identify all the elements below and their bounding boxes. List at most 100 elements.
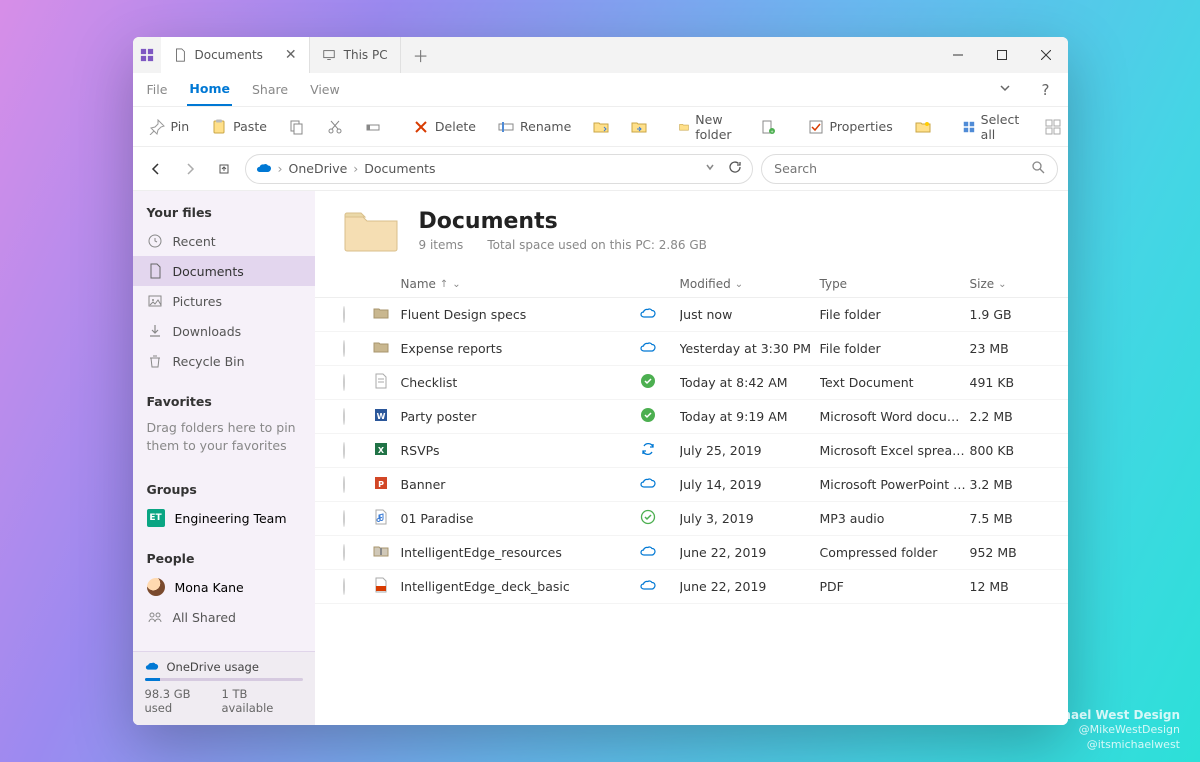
file-type-icon	[373, 577, 389, 593]
sidebar-item-all-shared[interactable]: All Shared	[133, 602, 315, 632]
file-name: Expense reports	[401, 341, 640, 356]
sidebar-item-downloads[interactable]: Downloads	[133, 316, 315, 346]
move-to-button[interactable]	[587, 115, 615, 139]
menu-share[interactable]: Share	[250, 74, 290, 105]
file-modified: June 22, 2019	[680, 545, 820, 560]
svg-text:+: +	[770, 129, 773, 134]
column-name[interactable]: Name↑⌄	[401, 277, 640, 291]
menu-view[interactable]: View	[308, 74, 342, 105]
tab-label: This PC	[344, 48, 388, 62]
sidebar-person-mona[interactable]: Mona Kane	[133, 572, 315, 602]
file-name: Checklist	[401, 375, 640, 390]
row-select-icon[interactable]	[343, 476, 345, 493]
tab-this-pc[interactable]: This PC	[310, 37, 401, 73]
table-row[interactable]: ChecklistToday at 8:42 AMText Document49…	[315, 366, 1068, 400]
minimize-button[interactable]	[936, 37, 980, 73]
new-tab-button[interactable]: ＋	[401, 37, 441, 73]
back-button[interactable]	[143, 156, 169, 182]
table-row[interactable]: 01 ParadiseJuly 3, 2019MP3 audio7.5 MB	[315, 502, 1068, 536]
sync-status-icon	[640, 441, 656, 457]
up-button[interactable]	[211, 156, 237, 182]
sidebar-group-engineering[interactable]: ETEngineering Team	[133, 503, 315, 533]
row-select-icon[interactable]	[343, 578, 345, 595]
table-row[interactable]: Expense reportsYesterday at 3:30 PMFile …	[315, 332, 1068, 366]
table-row[interactable]: WParty posterToday at 9:19 AMMicrosoft W…	[315, 400, 1068, 434]
tab-close-icon[interactable]: ✕	[285, 47, 297, 63]
select-all-button[interactable]: Select all	[957, 108, 1030, 146]
help-button[interactable]: ?	[1036, 81, 1056, 99]
table-row[interactable]: XRSVPsJuly 25, 2019Microsoft Excel sprea…	[315, 434, 1068, 468]
sidebar-footer: OneDrive usage 98.3 GB used 1 TB availab…	[133, 651, 315, 725]
file-size: 23 MB	[970, 341, 1040, 356]
crumb-root[interactable]: OneDrive	[289, 161, 348, 176]
file-size: 1.9 GB	[970, 307, 1040, 322]
tab-documents[interactable]: Documents✕	[161, 37, 310, 73]
new-folder-button[interactable]: New folder	[673, 108, 743, 146]
table-row[interactable]: Fluent Design specsJust nowFile folder1.…	[315, 298, 1068, 332]
forward-button[interactable]	[177, 156, 203, 182]
sidebar-favorites-hint: Drag folders here to pin them to your fa…	[133, 415, 315, 464]
paste-icon	[211, 119, 227, 135]
refresh-button[interactable]	[728, 160, 742, 177]
folder-large-icon	[343, 209, 399, 253]
menu-file[interactable]: File	[145, 74, 170, 105]
copy-button[interactable]	[283, 115, 311, 139]
column-type[interactable]: Type	[820, 277, 970, 291]
ribbon-collapse-icon[interactable]	[992, 81, 1018, 98]
copy-to-button[interactable]	[625, 115, 653, 139]
rename-button[interactable]: Rename	[492, 115, 577, 139]
file-name: 01 Paradise	[401, 511, 640, 526]
search-input[interactable]	[774, 161, 1022, 176]
row-select-icon[interactable]	[343, 510, 345, 527]
column-size[interactable]: Size⌄	[970, 277, 1040, 291]
file-modified: July 25, 2019	[680, 443, 820, 458]
row-select-icon[interactable]	[343, 306, 345, 323]
pin-button[interactable]: Pin	[143, 115, 196, 139]
select-none-button[interactable]	[1039, 115, 1067, 139]
copy-path-button[interactable]	[359, 115, 387, 139]
table-row[interactable]: IntelligentEdge_deck_basicJune 22, 2019P…	[315, 570, 1068, 604]
copy-icon	[289, 119, 305, 135]
row-select-icon[interactable]	[343, 442, 345, 459]
file-type-icon	[373, 543, 389, 559]
new-folder-icon	[679, 119, 689, 135]
row-select-icon[interactable]	[343, 374, 345, 391]
sync-status-icon	[640, 305, 656, 321]
search-box[interactable]	[761, 154, 1057, 184]
file-modified: Just now	[680, 307, 820, 322]
search-icon	[1031, 159, 1045, 178]
crumb-dropdown-icon[interactable]	[704, 161, 716, 176]
svg-text:X: X	[377, 446, 384, 455]
table-row[interactable]: PBannerJuly 14, 2019Microsoft PowerPoint…	[315, 468, 1068, 502]
sync-status-icon	[640, 407, 656, 423]
maximize-button[interactable]	[980, 37, 1024, 73]
menu-home[interactable]: Home	[187, 73, 232, 106]
nav-row: › OneDrive › Documents	[133, 147, 1068, 191]
row-select-icon[interactable]	[343, 408, 345, 425]
cut-button[interactable]	[321, 115, 349, 139]
sync-status-icon	[640, 339, 656, 355]
usage-avail: 1 TB available	[221, 687, 302, 715]
sidebar-item-documents[interactable]: Documents	[133, 256, 315, 286]
sidebar-item-recent[interactable]: Recent	[133, 226, 315, 256]
sidebar-item-pictures[interactable]: Pictures	[133, 286, 315, 316]
close-button[interactable]	[1024, 37, 1068, 73]
sidebar-heading-favorites: Favorites	[133, 390, 315, 415]
row-select-icon[interactable]	[343, 544, 345, 561]
delete-button[interactable]: Delete	[407, 115, 482, 139]
crumb-leaf[interactable]: Documents	[364, 161, 435, 176]
content-area: Documents 9 items Total space used on th…	[315, 191, 1068, 725]
paste-button[interactable]: Paste	[205, 115, 273, 139]
row-select-icon[interactable]	[343, 340, 345, 357]
open-button[interactable]	[909, 115, 937, 139]
rename-icon	[498, 119, 514, 135]
properties-button[interactable]: Properties	[802, 115, 899, 139]
table-row[interactable]: IntelligentEdge_resourcesJune 22, 2019Co…	[315, 536, 1068, 570]
file-type: PDF	[820, 579, 970, 594]
sidebar-item-recycle[interactable]: Recycle Bin	[133, 346, 315, 376]
breadcrumb[interactable]: › OneDrive › Documents	[245, 154, 754, 184]
menu-row: File Home Share View ?	[133, 73, 1068, 107]
delete-icon	[413, 119, 429, 135]
new-item-button[interactable]: +	[754, 115, 782, 139]
column-modified[interactable]: Modified⌄	[680, 277, 820, 291]
